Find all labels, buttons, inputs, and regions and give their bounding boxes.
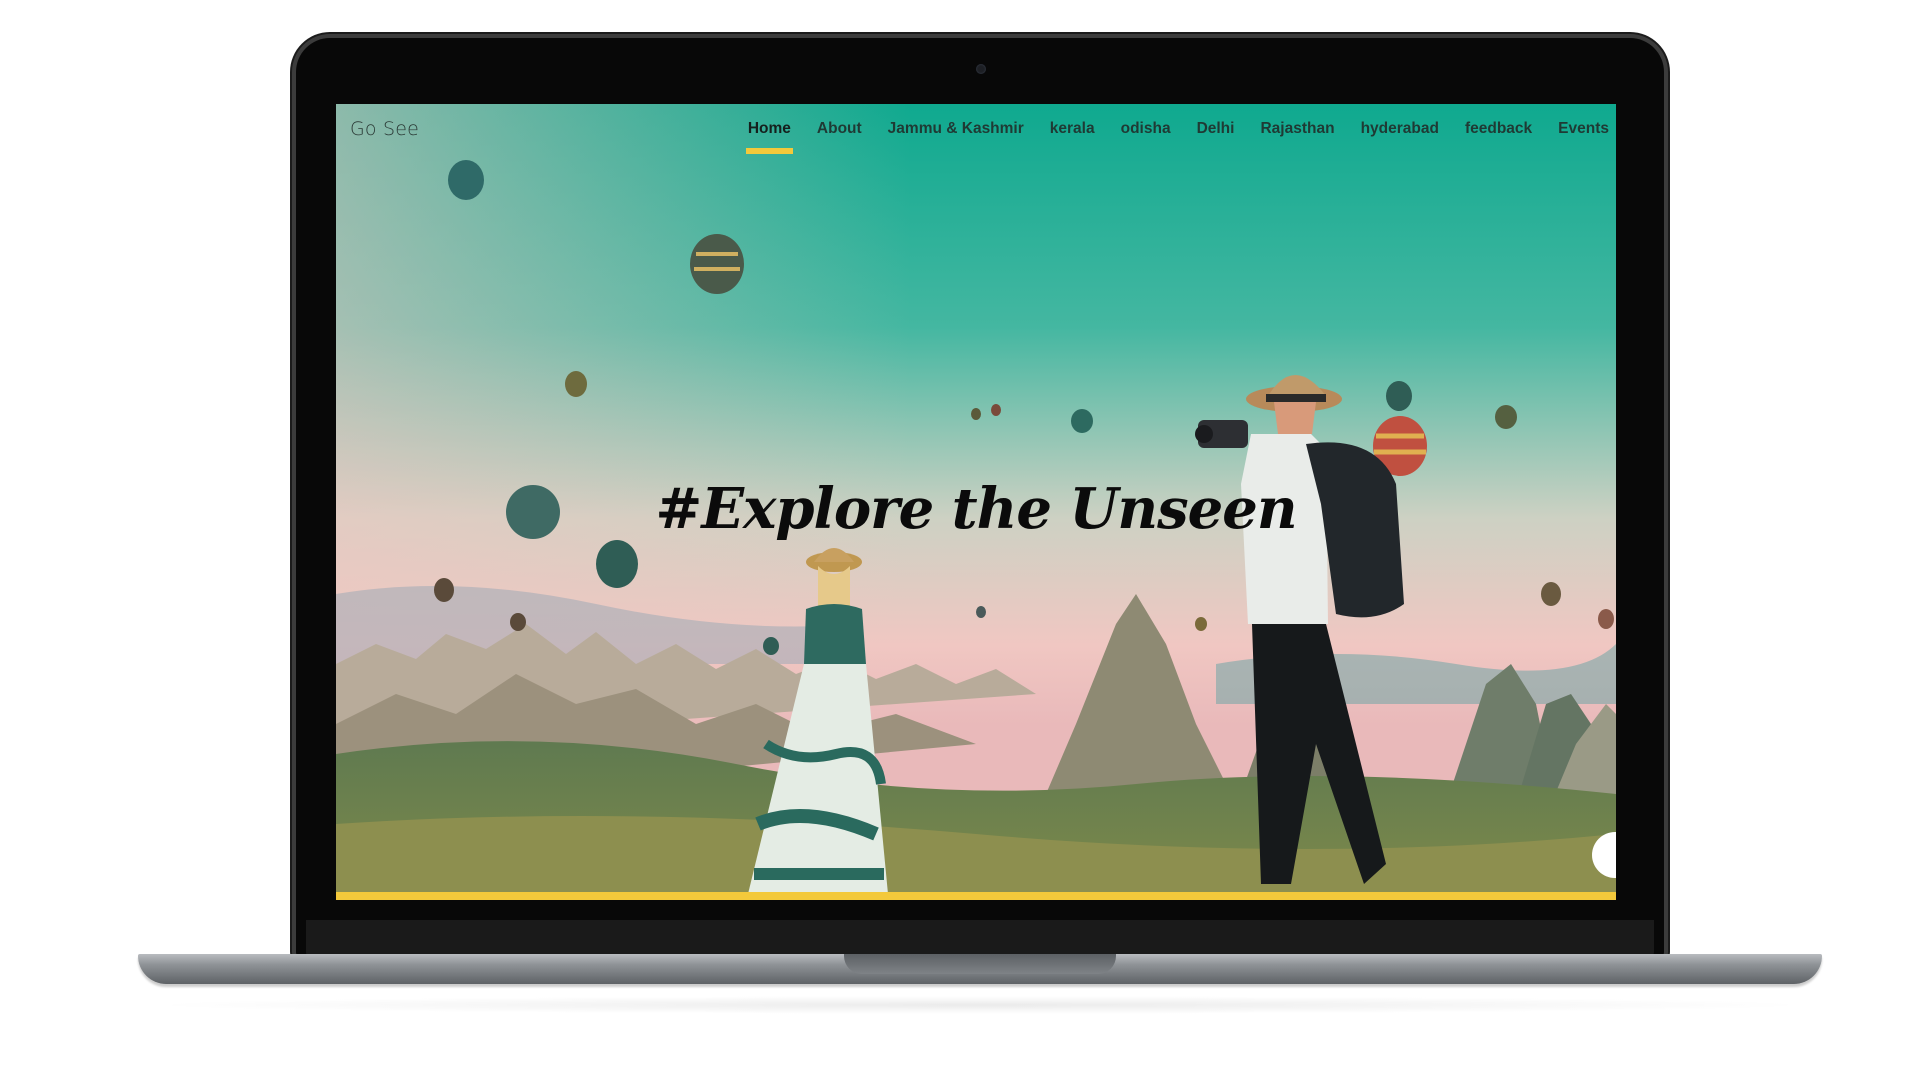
laptop-hinge-notch xyxy=(844,954,1116,974)
browser-viewport: Go See Home About Jammu & Kashmir kerala… xyxy=(336,104,1616,900)
nav-link-about[interactable]: About xyxy=(804,120,875,138)
laptop-base xyxy=(138,954,1822,984)
brand-logo[interactable]: Go See xyxy=(350,118,419,140)
laptop-lid: Go See Home About Jammu & Kashmir kerala… xyxy=(296,38,1664,958)
laptop-chin xyxy=(306,920,1654,958)
nav-link-events[interactable]: Events xyxy=(1545,120,1616,138)
nav-menu: Home About Jammu & Kashmir kerala odisha… xyxy=(735,120,1616,154)
accent-bar xyxy=(336,892,1616,900)
nav-link-rajasthan[interactable]: Rajasthan xyxy=(1247,120,1347,138)
mockup-stage: Go See Home About Jammu & Kashmir kerala… xyxy=(0,0,1920,1080)
nav-link-jammu-kashmir[interactable]: Jammu & Kashmir xyxy=(875,120,1037,138)
nav-link-feedback[interactable]: feedback xyxy=(1452,120,1545,138)
nav-link-odisha[interactable]: odisha xyxy=(1108,120,1184,138)
nav-link-kerala[interactable]: kerala xyxy=(1037,120,1108,138)
nav-link-delhi[interactable]: Delhi xyxy=(1184,120,1248,138)
webcam-icon xyxy=(976,64,986,74)
laptop-shadow xyxy=(140,996,1820,1014)
top-navbar: Go See Home About Jammu & Kashmir kerala… xyxy=(336,104,1616,164)
nav-link-hyderabad[interactable]: hyderabad xyxy=(1348,120,1452,138)
hero-title: #Explore the Unseen xyxy=(655,476,1297,542)
nav-link-home[interactable]: Home xyxy=(735,120,804,154)
